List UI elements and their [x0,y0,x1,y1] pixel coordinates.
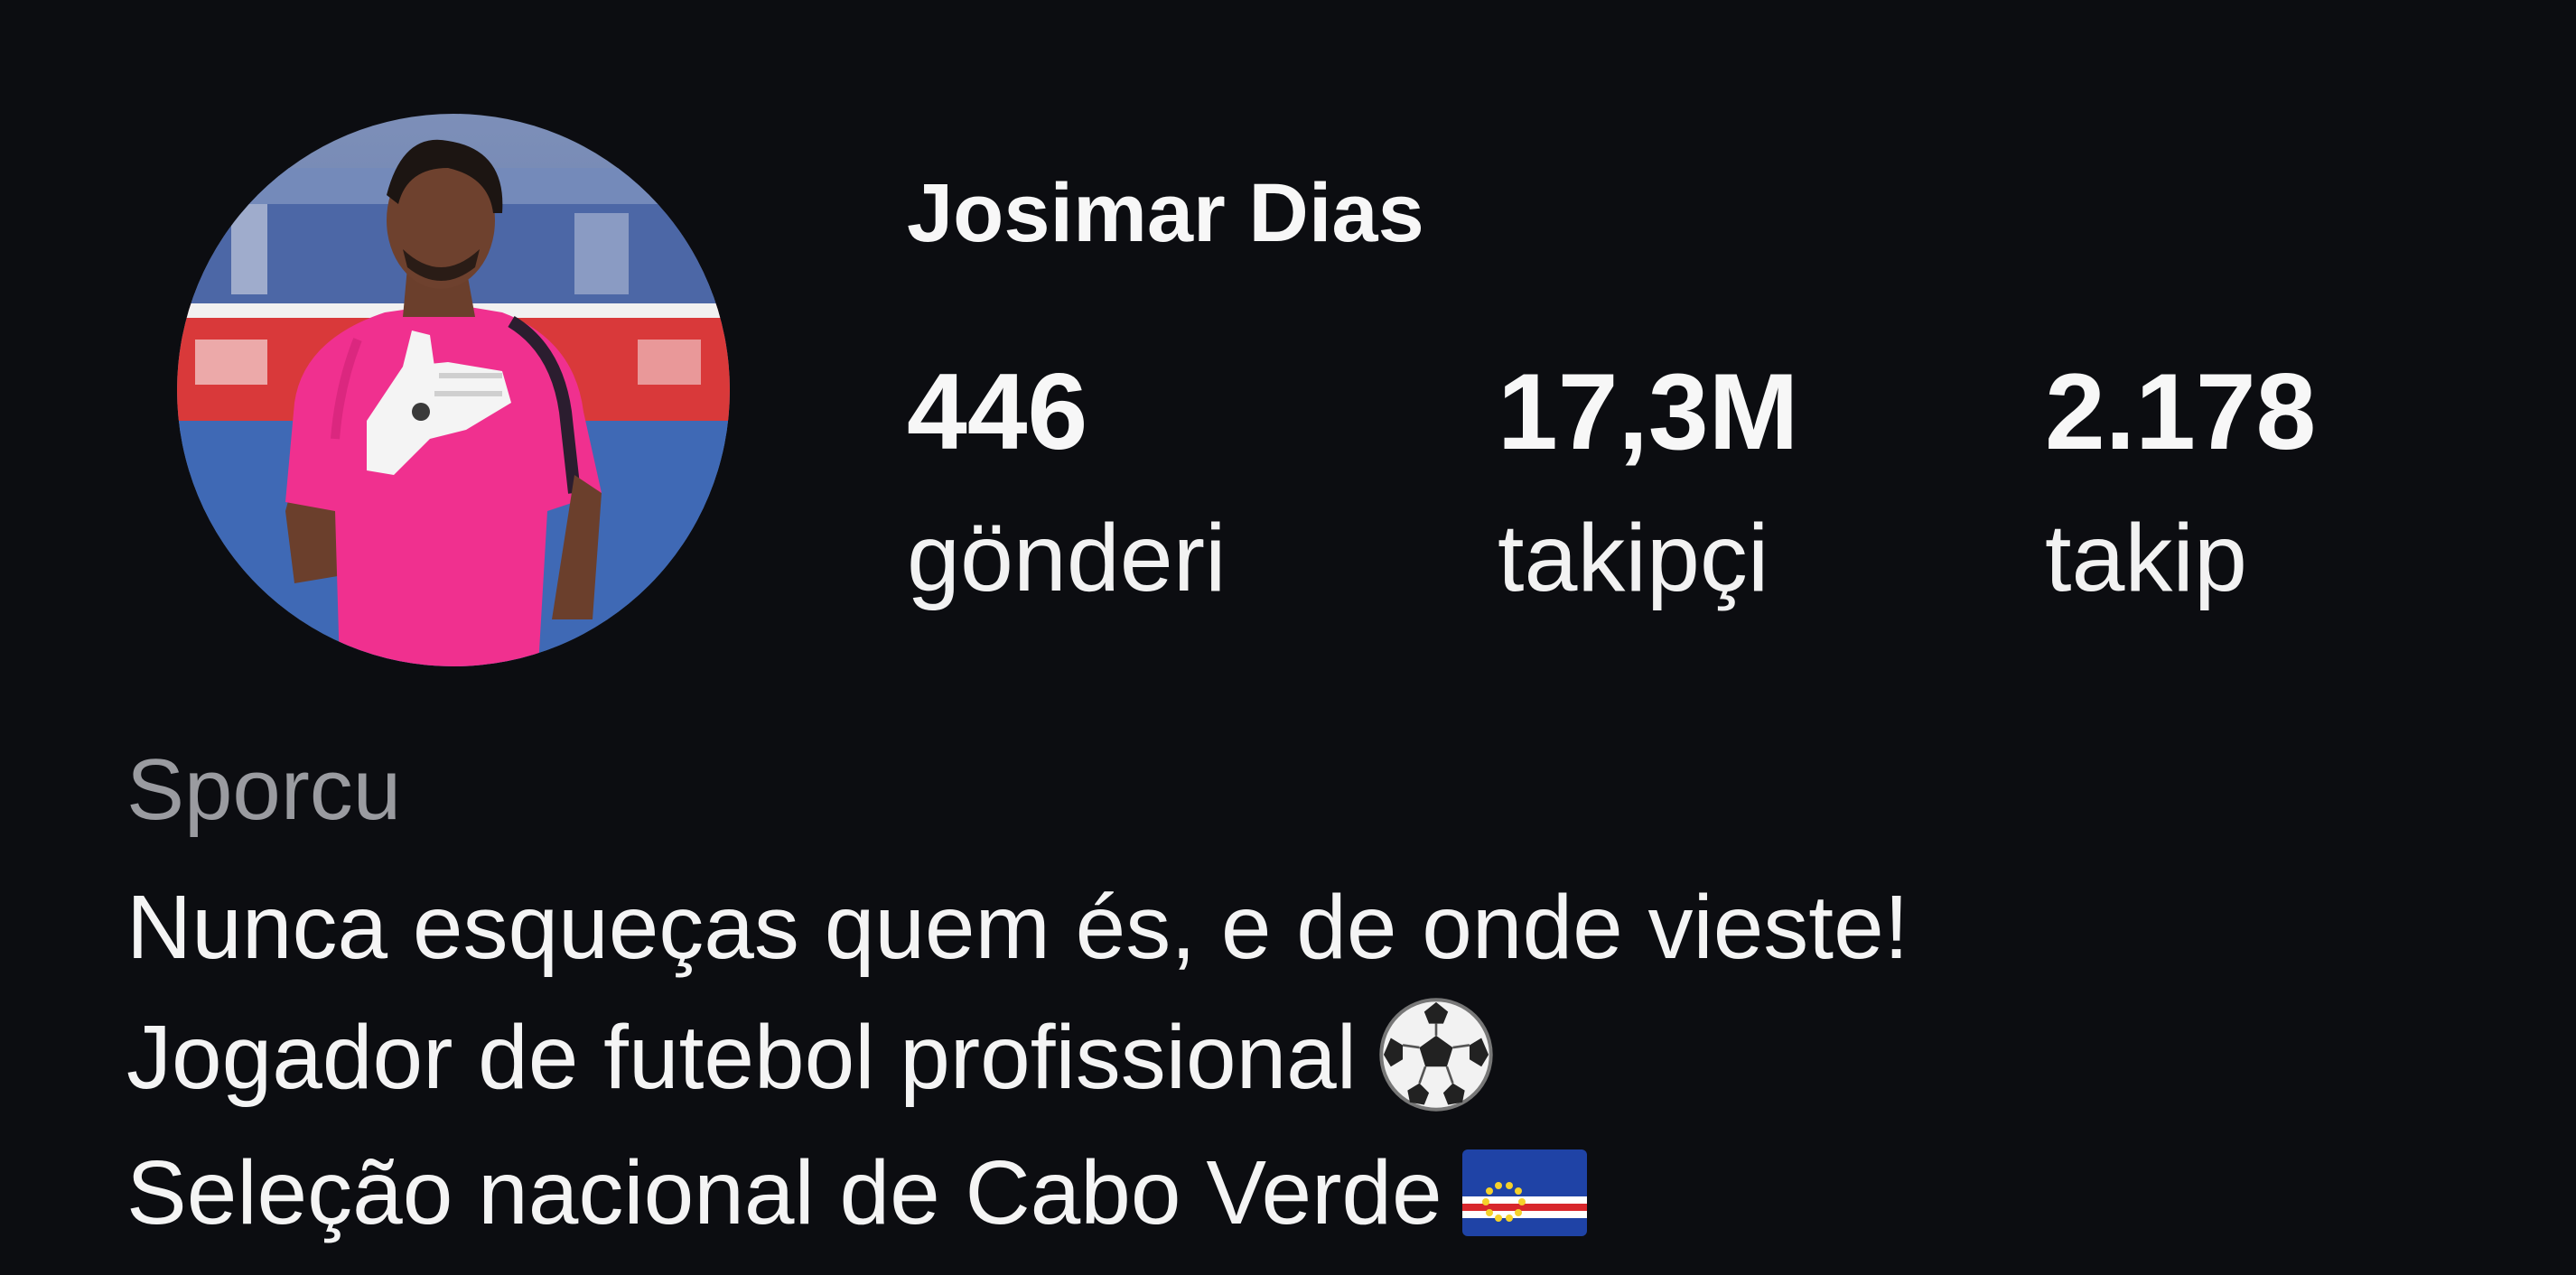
soccer-ball-icon [1379,997,1493,1112]
bio-line-3-text: Seleção nacional de Cabo Verde [126,1142,1442,1243]
cabo-verde-flag-icon [1461,1149,1587,1236]
bio-line-1: Nunca esqueças quem és, e de onde vieste… [126,874,1909,981]
profile-username: Josimar Dias [907,167,1424,259]
following-count: 2.178 [2045,351,2317,472]
followers-count: 17,3M [1498,351,1799,472]
profile-header: Josimar Dias 446 gönderi 17,3M takipçi 2… [0,0,2576,1275]
profile-avatar[interactable] [177,114,730,666]
posts-count: 446 [907,351,1088,472]
profile-category: Sporcu [126,741,402,838]
bio-line-2-text: Jogador de futebol profissional [126,1007,1358,1108]
stat-posts[interactable]: 446 gönderi [907,354,1227,609]
bio-line-1-text: Nunca esqueças quem és, e de onde vieste… [126,877,1909,978]
stat-followers[interactable]: 17,3M takipçi [1498,354,1799,609]
followers-label: takipçi [1498,505,1769,611]
following-label: takip [2045,505,2247,611]
stat-following[interactable]: 2.178 takip [2045,354,2316,609]
bio-line-3: Seleção nacional de Cabo Verde [126,1140,1587,1246]
avatar-photo [177,114,730,666]
posts-label: gönderi [907,505,1227,611]
bio-line-2: Jogador de futebol profissional [126,997,1496,1114]
